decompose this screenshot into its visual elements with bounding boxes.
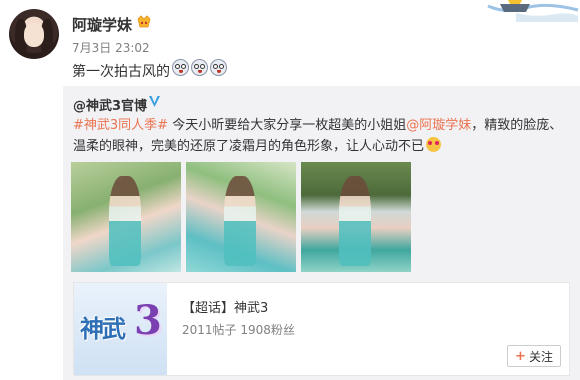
plus-icon: + [515, 348, 526, 364]
cosplay-photo[interactable] [186, 162, 296, 272]
post-timestamp[interactable]: 7月3日 23:02 [72, 39, 150, 56]
verified-v-icon [149, 96, 160, 107]
surprised-face-icon [191, 59, 208, 76]
user-avatar[interactable] [9, 9, 59, 59]
game-logo-number: 3 [134, 297, 162, 344]
heart-eyes-emoji-icon [426, 137, 442, 152]
mention-link[interactable]: @阿璇学妹 [406, 118, 471, 133]
photo-figure [339, 176, 371, 266]
avatar-face [24, 23, 44, 47]
username[interactable]: 阿璇学妹 [72, 14, 132, 35]
game-logo-text: 神武 [80, 314, 126, 343]
source-username[interactable]: @神武3官博 [73, 95, 147, 114]
surprised-face-icon [172, 59, 189, 76]
boat-decoration-icon [487, 0, 579, 22]
photo-figure [224, 176, 256, 266]
vip-badge-icon [137, 15, 151, 28]
weibo-post-card: 阿璇学妹 7月3日 23:02 第一次拍古风的 @神武3官博 #神武3同人季# … [0, 0, 580, 380]
repost-text: #神武3同人季# 今天小昕要给大家分享一枚超美的小姐姐@阿璇学妹，精致的脸庞、温… [73, 115, 573, 157]
follow-button-label: 关注 [528, 349, 553, 364]
post-text: 第一次拍古风的 [72, 64, 170, 80]
cosplay-photo[interactable] [301, 162, 411, 272]
cosplay-photo[interactable] [71, 162, 181, 272]
game-logo: 神武 3 [74, 283, 167, 375]
topic-hashtag-link[interactable]: #神武3同人季# [73, 118, 168, 133]
emoji-group [172, 59, 227, 76]
repost-container: @神武3官博 #神武3同人季# 今天小昕要给大家分享一枚超美的小姐姐@阿璇学妹，… [63, 86, 580, 380]
super-topic-stats: 2011帖子 1908粉丝 [182, 323, 295, 337]
follow-button[interactable]: + 关注 [507, 345, 561, 367]
surprised-face-icon [210, 59, 227, 76]
super-topic-card[interactable]: 神武 3 【超话】神武3 2011帖子 1908粉丝 + 关注 [73, 282, 570, 376]
photo-figure [109, 176, 141, 266]
super-topic-title[interactable]: 【超话】神武3 [182, 297, 268, 316]
repost-text-part: 今天小昕要给大家分享一枚超美的小姐姐 [168, 118, 407, 133]
photo-grid [71, 162, 411, 272]
